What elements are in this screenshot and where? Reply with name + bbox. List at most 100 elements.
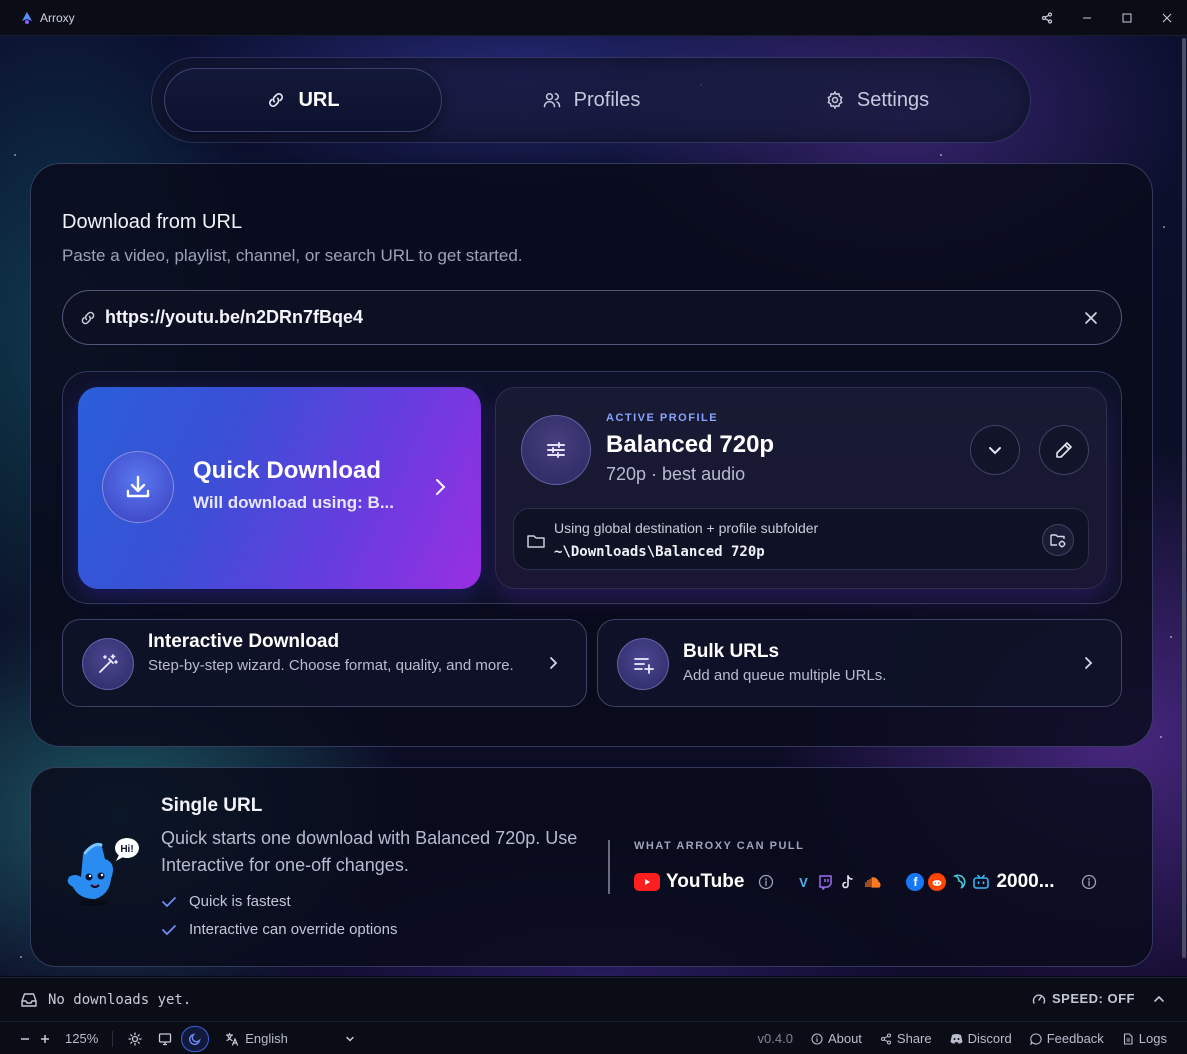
status-text: No downloads yet. — [48, 992, 192, 1008]
tab-profiles[interactable]: Profiles — [452, 68, 730, 132]
single-url-info-panel: Hi! Single URL Quick starts one download… — [30, 767, 1153, 967]
folder-icon — [527, 535, 545, 548]
check-icon — [162, 924, 176, 935]
destination-label: Using global destination + profile subfo… — [554, 520, 819, 536]
close-window-button[interactable] — [1147, 0, 1187, 36]
quick-download-button[interactable]: Quick Download Will download using: B... — [78, 387, 481, 589]
mascot-bubble-text: Hi! — [120, 844, 133, 855]
link-icon — [269, 93, 284, 107]
download-panel: Download from URL Paste a video, playlis… — [30, 163, 1153, 747]
app-logo-icon — [20, 11, 34, 25]
maximize-icon — [1122, 13, 1132, 23]
main-scrollbar[interactable] — [1181, 36, 1187, 976]
chevron-right-icon — [1085, 657, 1093, 669]
url-field — [62, 290, 1122, 345]
interactive-download-subtitle: Step-by-step wizard. Choose format, qual… — [148, 657, 514, 674]
about-link[interactable]: About — [811, 1031, 862, 1046]
bulk-urls-title: Bulk URLs — [683, 641, 780, 662]
sun-icon — [128, 1031, 142, 1046]
share-icon — [880, 1032, 891, 1045]
chevron-down-icon — [346, 1036, 354, 1042]
folder-settings-icon — [1050, 534, 1066, 548]
tab-url[interactable]: URL — [164, 68, 442, 132]
chevron-right-icon — [550, 657, 558, 669]
share-label: Share — [896, 1031, 932, 1046]
close-icon — [1085, 311, 1097, 324]
sources-label: WHAT ARROXY CAN PULL — [634, 840, 805, 852]
reddit-icon — [928, 873, 947, 891]
chevron-up-icon[interactable] — [1153, 993, 1165, 1005]
bulk-urls-subtitle: Add and queue multiple URLs. — [683, 667, 887, 684]
chat-icon — [1029, 1032, 1042, 1045]
logs-link[interactable]: Logs — [1122, 1031, 1167, 1046]
speed-toggle[interactable]: SPEED: OFF — [1032, 991, 1165, 1006]
dark-theme-button[interactable] — [181, 1025, 210, 1052]
bulk-urls-button[interactable]: Bulk URLs Add and queue multiple URLs. — [597, 619, 1122, 707]
check-item: Interactive can override options — [161, 921, 397, 938]
clear-url-button[interactable] — [1071, 298, 1111, 338]
inbox-icon — [21, 993, 37, 1007]
moon-icon — [189, 1032, 201, 1045]
tab-profiles-label: Profiles — [573, 88, 641, 111]
system-theme-button[interactable] — [151, 1026, 179, 1052]
gauge-icon — [1032, 994, 1046, 1004]
quick-download-subtitle: Will download using: B... — [193, 493, 394, 512]
chevron-right-icon — [436, 479, 446, 495]
light-theme-button[interactable] — [121, 1026, 149, 1052]
edit-profile-button[interactable] — [1039, 425, 1089, 475]
zoom-in-button[interactable] — [40, 1034, 50, 1044]
discord-link[interactable]: Discord — [950, 1031, 1012, 1046]
chevron-down-icon — [989, 447, 1001, 455]
interactive-download-title: Interactive Download — [148, 631, 340, 652]
window-title: Arroxy — [40, 10, 75, 25]
info-title: Single URL — [161, 795, 263, 816]
discord-label: Discord — [967, 1031, 1012, 1046]
discord-icon — [950, 1033, 963, 1044]
quick-download-title: Quick Download — [193, 457, 382, 484]
facebook-icon: f — [906, 873, 925, 891]
language-select[interactable]: English — [225, 1031, 355, 1046]
active-profile-card: ACTIVE PROFILE Balanced 720p 720p · best… — [495, 387, 1107, 589]
tab-url-label: URL — [298, 88, 340, 111]
panel-title: Download from URL — [62, 211, 243, 233]
panel-subtitle: Paste a video, playlist, channel, or sea… — [62, 246, 523, 265]
divider — [608, 840, 610, 894]
feedback-link[interactable]: Feedback — [1029, 1031, 1104, 1046]
check-item: Quick is fastest — [161, 893, 291, 910]
sliders-icon — [521, 415, 591, 485]
translate-icon — [226, 1032, 239, 1046]
supported-sources: YouTube V f 2000... — [634, 868, 1097, 896]
info-icon[interactable] — [758, 874, 774, 890]
zoom-level: 125% — [65, 1031, 99, 1046]
bottom-bar: 125% English v0.4.0 About Share Discord … — [0, 1023, 1187, 1054]
more-sources-count: 2000... — [996, 871, 1055, 892]
share-link[interactable]: Share — [880, 1031, 932, 1046]
vimeo-icon: V — [799, 874, 808, 890]
bilibili-icon — [972, 873, 990, 891]
active-profile-eyebrow: ACTIVE PROFILE — [606, 412, 719, 424]
monitor-icon — [159, 1032, 172, 1045]
tab-navigation: URL Profiles Settings — [151, 57, 1031, 143]
tab-settings[interactable]: Settings — [738, 68, 1016, 132]
url-input[interactable] — [105, 297, 1071, 338]
youtube-label: YouTube — [666, 871, 745, 892]
profile-dropdown-button[interactable] — [970, 425, 1020, 475]
destination-box: Using global destination + profile subfo… — [513, 508, 1089, 570]
twitch-icon — [816, 873, 834, 891]
check-item-label: Interactive can override options — [189, 921, 398, 938]
mascot-image: Hi! — [67, 838, 139, 906]
youtube-icon — [634, 873, 660, 891]
zoom-out-button[interactable] — [20, 1034, 30, 1044]
plus-icon — [41, 1034, 49, 1043]
about-label: About — [827, 1031, 862, 1046]
change-folder-button[interactable] — [1042, 524, 1074, 556]
share-window-button[interactable] — [1027, 0, 1067, 36]
link-icon — [81, 311, 95, 324]
scrollbar-thumb[interactable] — [1182, 38, 1186, 958]
users-icon — [543, 93, 560, 108]
interactive-download-button[interactable]: Interactive Download Step-by-step wizard… — [62, 619, 587, 707]
info-icon[interactable] — [1081, 874, 1097, 890]
file-text-icon — [1123, 1032, 1133, 1045]
maximize-button[interactable] — [1107, 0, 1147, 36]
minimize-button[interactable] — [1067, 0, 1107, 36]
